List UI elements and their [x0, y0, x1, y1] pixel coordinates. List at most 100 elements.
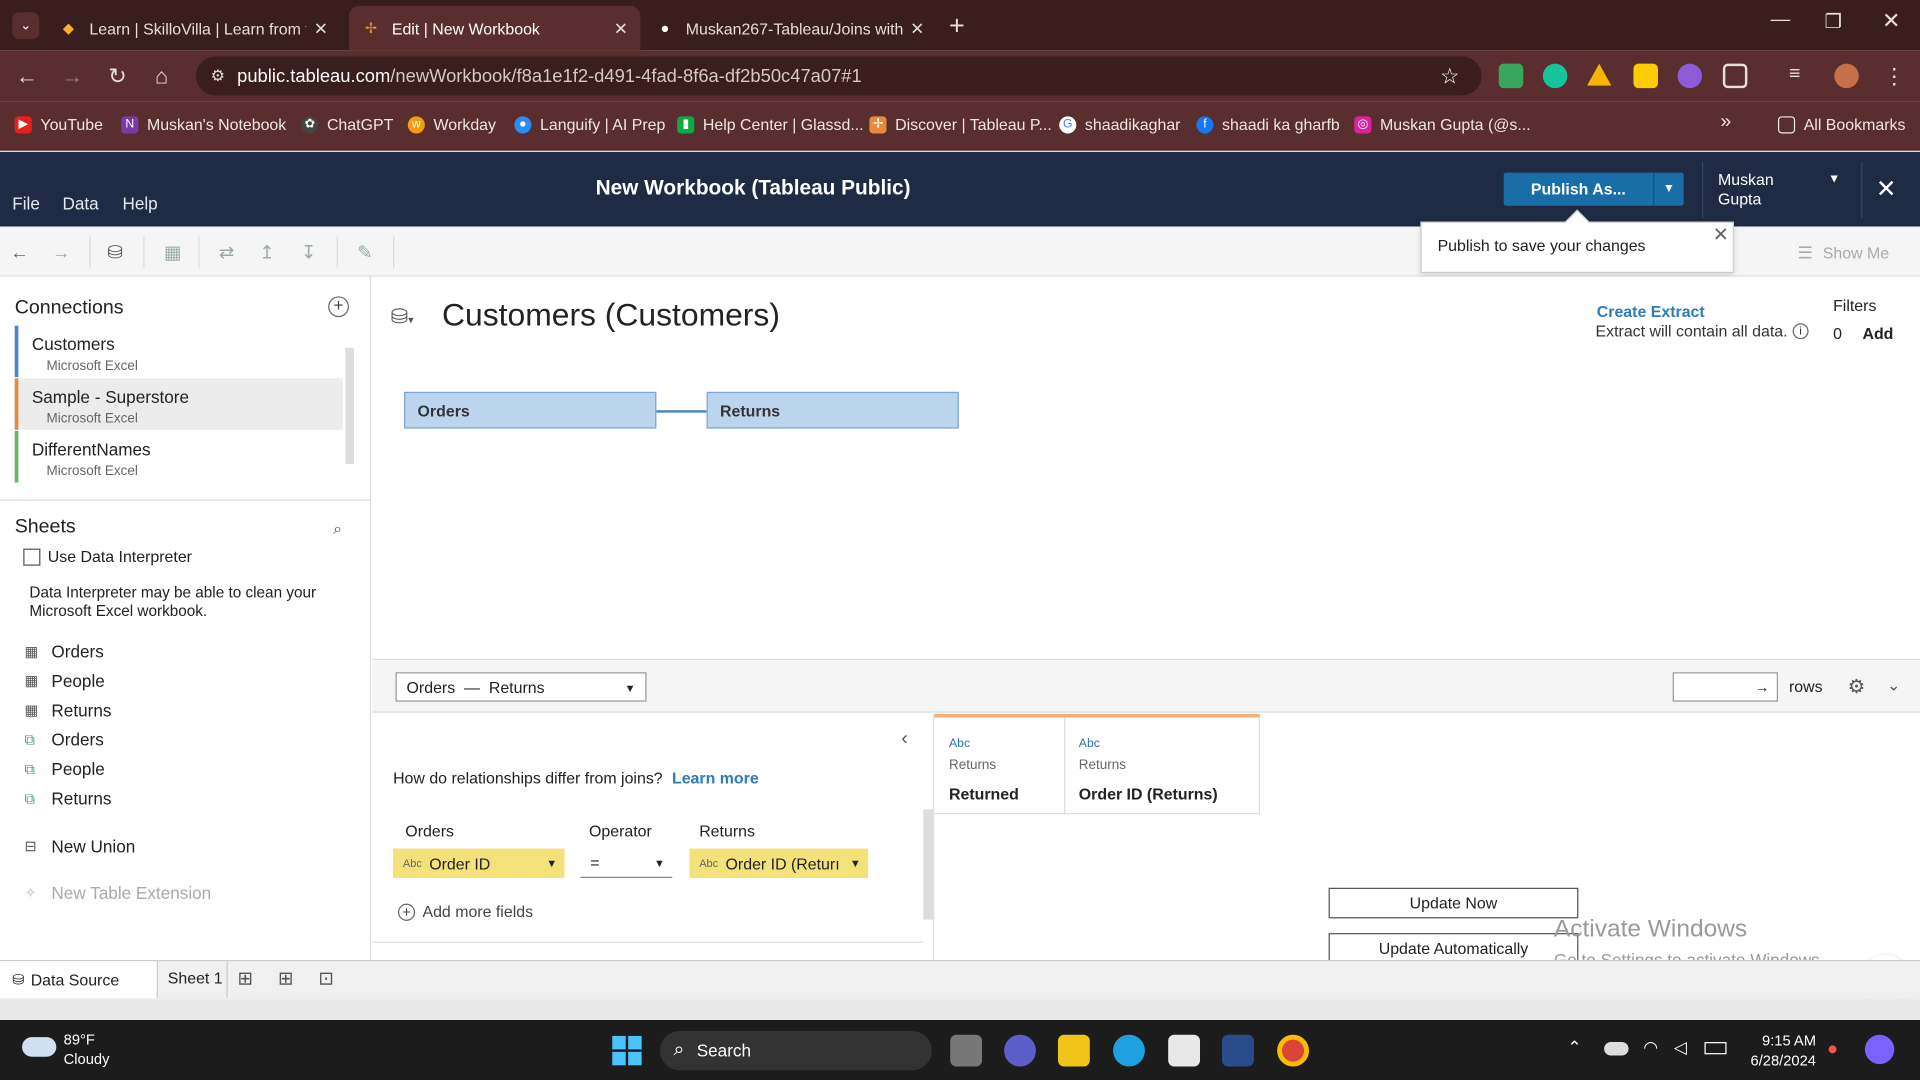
collapse-left-icon[interactable]: ‹	[901, 729, 908, 751]
bookmark-tableau[interactable]: ✢ Discover | Tableau P...	[869, 115, 1052, 133]
learn-more-link[interactable]: Learn more	[672, 769, 759, 787]
user-menu[interactable]: Muskan Gupta	[1718, 170, 1774, 209]
interpreter-checkbox[interactable]	[23, 547, 41, 566]
browser-tab-github[interactable]: ● Muskan267-Tableau/Joins with ✕	[643, 6, 937, 50]
home-icon[interactable]: ⌂	[147, 61, 176, 90]
settings-gear-icon[interactable]: ⚙	[1848, 675, 1866, 699]
teams-icon[interactable]	[1004, 1034, 1036, 1067]
close-tab-icon[interactable]: ✕	[614, 18, 628, 39]
datasource-title[interactable]: Customers (Customers)	[442, 296, 780, 334]
show-me-button[interactable]: ☰ Show Me	[1798, 242, 1890, 263]
named-range-returns[interactable]: ⧉ Returns	[24, 789, 111, 809]
close-tab-icon[interactable]: ✕	[910, 18, 924, 39]
connection-differentnames[interactable]: DifferentNames Microsoft Excel	[14, 431, 343, 483]
relationship-selector[interactable]: Orders — Returns ▼	[395, 672, 647, 702]
new-union[interactable]: ⊟ New Union	[24, 836, 135, 856]
all-bookmarks-button[interactable]: All Bookmarks	[1777, 115, 1905, 133]
window-close-icon[interactable]: ✕	[1882, 9, 1900, 35]
new-datasource-icon[interactable]: ⛁	[104, 241, 126, 263]
start-icon[interactable]	[612, 1035, 642, 1066]
taskbar-search[interactable]: ⌕ Search	[660, 1031, 932, 1071]
sort-descending-icon[interactable]: ↧	[298, 241, 320, 263]
search-sheets-icon[interactable]: ⌕	[333, 519, 342, 539]
minimize-icon[interactable]: —	[1771, 10, 1791, 32]
table-returns[interactable]: Returns	[706, 391, 959, 429]
sheet1-tab[interactable]: Sheet 1	[156, 961, 228, 998]
sheet-orders[interactable]: ▦ Orders	[24, 642, 103, 662]
connection-superstore[interactable]: Sample - Superstore Microsoft Excel	[14, 378, 343, 430]
use-data-interpreter[interactable]: Use Data Interpreter	[23, 547, 192, 566]
notification-bell-icon[interactable]: ●	[1827, 1038, 1838, 1059]
new-tab-button[interactable]: +	[949, 10, 965, 42]
extension-icon[interactable]	[1498, 63, 1524, 89]
extensions-puzzle-icon[interactable]	[1722, 63, 1748, 89]
task-view-icon[interactable]	[950, 1034, 983, 1067]
more-bookmarks-button[interactable]: »	[1720, 111, 1731, 133]
bookmark-glassdoor[interactable]: ▮ Help Center | Glassd...	[677, 115, 864, 133]
clock[interactable]: 9:15 AM 6/28/2024	[1745, 1031, 1816, 1070]
undo-icon[interactable]: ←	[9, 241, 31, 263]
connection-customers[interactable]: Customers Microsoft Excel	[14, 325, 343, 378]
publish-as-button[interactable]: Publish As... ▼	[1503, 172, 1684, 206]
forward-icon[interactable]: →	[58, 61, 87, 90]
bookmark-languify[interactable]: ● Languify | AI Prep	[514, 115, 665, 133]
close-tooltip-icon[interactable]: ✕	[1713, 223, 1729, 247]
bookmark-youtube[interactable]: ▶ YouTube	[14, 115, 103, 133]
named-range-people[interactable]: ⧉ People	[24, 759, 104, 779]
sheet-returns[interactable]: ▦ Returns	[24, 700, 111, 720]
bookmark-workday[interactable]: w Workday	[407, 115, 496, 133]
connections-scrollbar[interactable]	[345, 347, 354, 465]
info-icon[interactable]: i	[1792, 323, 1809, 340]
named-range-orders[interactable]: ⧉ Orders	[24, 730, 103, 750]
bookmark-instagram[interactable]: ◎ Muskan Gupta (@s...	[1354, 115, 1531, 133]
redo-icon[interactable]: →	[50, 241, 72, 263]
edge-icon[interactable]	[1113, 1034, 1145, 1067]
swap-icon[interactable]: ⇄	[216, 241, 238, 263]
volume-icon[interactable]: ◁	[1674, 1037, 1687, 1058]
bookmark-notebook[interactable]: N Muskan's Notebook	[121, 115, 286, 133]
tableau-app-icon[interactable]	[1222, 1034, 1254, 1067]
column-order-id-returns[interactable]: Abc Returns Order ID (Returns)	[1064, 713, 1261, 815]
extension-icon[interactable]	[1633, 63, 1658, 89]
save-icon[interactable]: ▦	[162, 241, 184, 263]
add-connection-icon[interactable]: +	[328, 296, 349, 318]
url-bar[interactable]: ⚙ public.tableau.com/newWorkbook/f8a1e1f…	[195, 56, 1482, 96]
restore-icon[interactable]: ❐	[1825, 10, 1843, 34]
grammarly-icon[interactable]	[1542, 63, 1568, 89]
new-dashboard-icon[interactable]: ⊞	[278, 967, 293, 990]
store-icon[interactable]	[1168, 1034, 1201, 1067]
extension-icon[interactable]	[1677, 63, 1703, 89]
browser-tab-skillovilla[interactable]: ◆ Learn | SkilloVilla | Learn from tl ✕	[47, 6, 341, 50]
reload-icon[interactable]: ↻	[103, 61, 132, 90]
collapse-chevron-icon[interactable]: ⌄	[1887, 676, 1900, 696]
profile-avatar[interactable]	[1834, 63, 1859, 89]
add-more-fields[interactable]: + Add more fields	[397, 902, 533, 921]
sheet-people[interactable]: ▦ People	[24, 671, 104, 691]
copilot-icon[interactable]	[1864, 1034, 1895, 1065]
rows-input[interactable]: →	[1672, 672, 1778, 702]
new-worksheet-icon[interactable]: ⊞	[238, 967, 253, 990]
publish-dropdown-icon[interactable]: ▼	[1653, 172, 1684, 206]
highlight-icon[interactable]: ✎	[354, 241, 376, 263]
file-explorer-icon[interactable]	[1057, 1034, 1090, 1067]
new-story-icon[interactable]: ⊡	[318, 967, 333, 990]
drive-icon[interactable]	[1586, 63, 1612, 86]
relationship-line[interactable]	[656, 410, 707, 413]
new-table-extension[interactable]: ✧ New Table Extension	[24, 883, 211, 903]
add-filter-link[interactable]: Add	[1862, 324, 1893, 342]
right-field-select[interactable]: Abc Order ID (Returı ▼	[689, 848, 869, 878]
chrome-icon[interactable]	[1277, 1034, 1309, 1067]
close-editor-icon[interactable]: ✕	[1876, 174, 1897, 205]
browser-menu-icon[interactable]: ⋮	[1883, 64, 1907, 88]
battery-icon[interactable]	[1704, 1042, 1727, 1055]
bookmark-google[interactable]: Gshaadikaghar	[1059, 115, 1180, 133]
media-icon[interactable]: ≡	[1789, 64, 1813, 88]
wifi-icon[interactable]: ◠	[1643, 1037, 1658, 1058]
site-info-icon[interactable]: ⚙	[211, 66, 225, 86]
operator-select[interactable]: = ▼	[580, 849, 673, 878]
bookmark-star-icon[interactable]: ☆	[1440, 63, 1460, 89]
datasource-icon[interactable]: ⛁▾	[391, 305, 414, 329]
back-icon[interactable]: ←	[12, 61, 41, 90]
update-now-button[interactable]: Update Now	[1328, 887, 1579, 919]
user-dropdown-icon[interactable]: ▼	[1828, 173, 1840, 186]
